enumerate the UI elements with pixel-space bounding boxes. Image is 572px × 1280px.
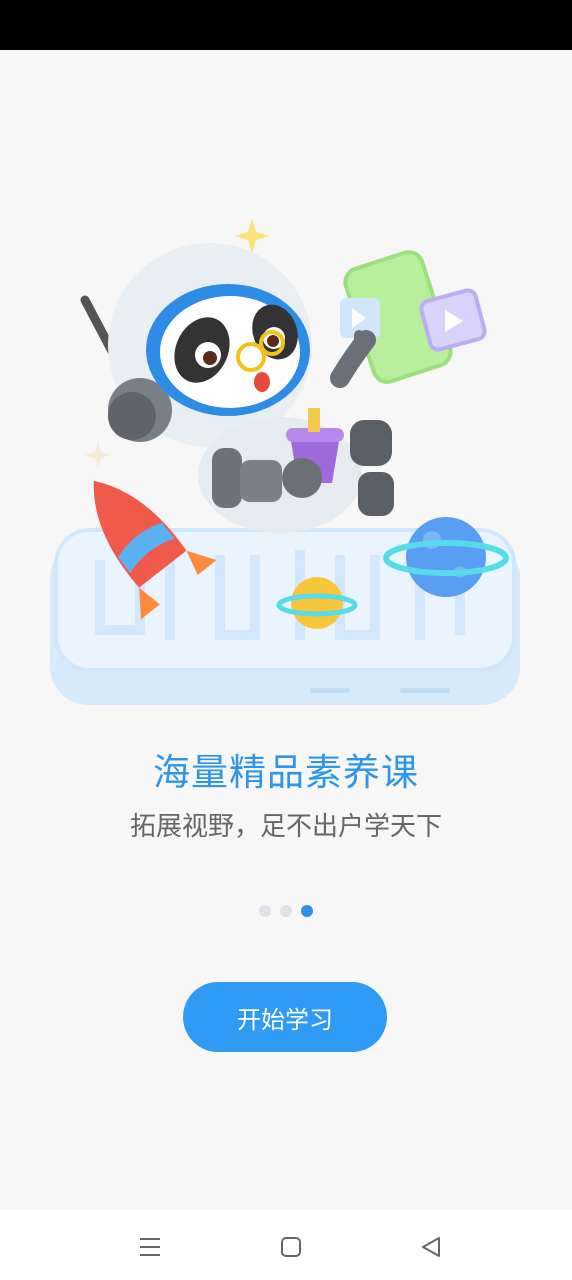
onboarding-title: 海量精品素养课 (153, 751, 419, 794)
page-dot (280, 905, 292, 917)
page-indicator (0, 905, 572, 917)
back-triangle-icon[interactable] (416, 1232, 446, 1262)
home-square-icon[interactable] (276, 1232, 306, 1262)
onboarding-subtitle: 拓展视野，足不出户学天下 (129, 812, 442, 842)
start-learning-button[interactable]: 开始学习 (183, 982, 387, 1052)
status-bar (0, 0, 572, 50)
menu-icon[interactable] (135, 1232, 165, 1262)
astronaut-panda-illustration (50, 218, 520, 705)
page-dot (259, 905, 271, 917)
page-dot-active (301, 905, 313, 917)
